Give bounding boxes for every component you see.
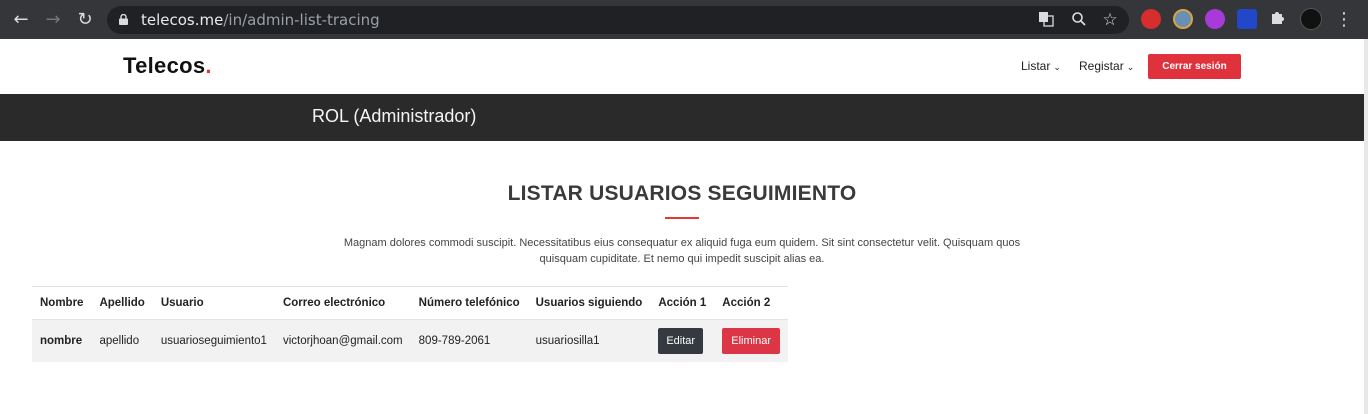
role-text: ROL (Administrador): [312, 106, 477, 126]
puzzle-extensions-icon[interactable]: [1266, 8, 1290, 32]
menu-label: Registar: [1079, 59, 1124, 73]
bookmark-star-icon[interactable]: ☆: [1101, 11, 1119, 29]
cell-action-2: Eliminar: [714, 319, 789, 362]
cell-apellido: apellido: [91, 319, 153, 362]
column-header: Nombre: [32, 286, 92, 320]
url-host: telecos.me: [141, 11, 224, 29]
edit-button[interactable]: Editar: [658, 327, 704, 354]
menu-label: Listar: [1021, 59, 1051, 73]
chevron-down-icon: ⌄: [1053, 63, 1061, 73]
column-header: Usuarios siguiendo: [527, 286, 651, 320]
forward-icon[interactable]: →: [41, 8, 65, 32]
site-header: Telecos. Listar ⌄ Registar ⌄ Cerrar sesión: [0, 39, 1364, 94]
logo-dot: .: [205, 53, 212, 78]
page-description: Magnam dolores commodi suscipit. Necessi…: [343, 237, 1021, 265]
profile-avatar[interactable]: [1300, 8, 1322, 30]
page-title: LISTAR USUARIOS SEGUIMIENTO: [507, 182, 857, 205]
cell-telefono: 809-789-2061: [410, 319, 528, 362]
delete-button[interactable]: Eliminar: [722, 327, 781, 354]
column-header: Usuario: [152, 286, 275, 320]
menu-listar[interactable]: Listar ⌄: [1021, 59, 1061, 73]
browser-toolbar: ← → ↻ telecos.me/in/admin-list-tracing ☆…: [0, 0, 1368, 39]
extension-icon[interactable]: [1237, 9, 1257, 29]
extension-icon[interactable]: [1205, 9, 1225, 29]
cell-siguiendo: usuariosilla1: [527, 319, 651, 362]
table-row: nombre apellido usuarioseguimiento1 vict…: [32, 319, 789, 362]
cell-nombre: nombre: [32, 319, 92, 362]
column-header: Número telefónico: [410, 286, 528, 320]
extension-icon[interactable]: [1173, 9, 1193, 29]
menu-registar[interactable]: Registar ⌄: [1079, 59, 1134, 73]
more-icon[interactable]: ⋮: [1332, 8, 1356, 32]
back-icon[interactable]: ←: [9, 8, 33, 32]
zoom-icon[interactable]: [1070, 11, 1088, 29]
title-underline: [665, 217, 699, 219]
column-header: Acción 2: [714, 286, 789, 320]
users-table: Nombre Apellido Usuario Correo electróni…: [32, 286, 789, 362]
url-path: /in/admin-list-tracing: [223, 11, 380, 29]
address-bar[interactable]: telecos.me/in/admin-list-tracing ☆: [107, 6, 1129, 34]
cell-correo: victorjhoan@gmail.com: [274, 319, 411, 362]
extension-icon[interactable]: [1141, 9, 1161, 29]
cell-action-1: Editar: [650, 319, 715, 362]
cell-usuario: usuarioseguimiento1: [152, 319, 275, 362]
table-header-row: Nombre Apellido Usuario Correo electróni…: [32, 286, 789, 320]
translate-icon[interactable]: [1037, 11, 1055, 29]
column-header: Apellido: [91, 286, 153, 320]
logout-button[interactable]: Cerrar sesión: [1148, 54, 1241, 79]
lock-icon: [119, 14, 128, 25]
chevron-down-icon: ⌄: [1126, 63, 1135, 73]
url-text: telecos.me/in/admin-list-tracing: [141, 6, 380, 34]
logo-text: Telecos: [123, 53, 206, 78]
column-header: Acción 1: [650, 286, 715, 320]
page-scrollbar[interactable]: [1364, 39, 1368, 414]
role-bar: ROL (Administrador): [0, 94, 1364, 141]
reload-icon[interactable]: ↻: [73, 8, 97, 32]
site-logo[interactable]: Telecos.: [123, 53, 212, 79]
column-header: Correo electrónico: [274, 286, 411, 320]
